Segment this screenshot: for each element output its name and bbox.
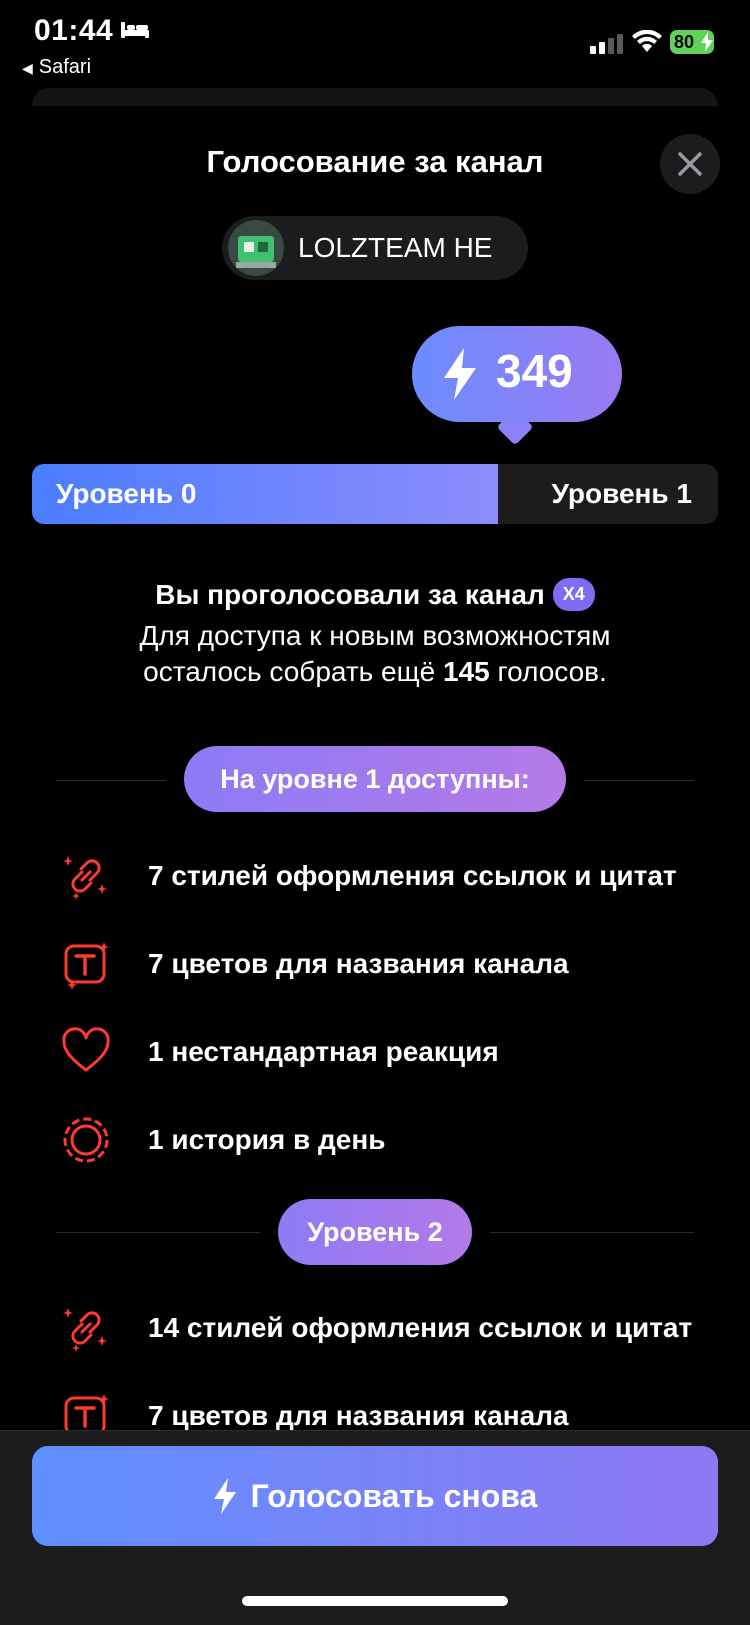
vote-again-button[interactable]: Голосовать снова xyxy=(32,1446,718,1546)
section-divider xyxy=(56,780,166,781)
back-app-label: Safari xyxy=(38,56,92,78)
section-title-level-1: На уровне 1 доступны: xyxy=(184,746,566,812)
channel-chip[interactable]: LOLZTEAM HE xyxy=(222,216,528,280)
channel-name: LOLZTEAM HE xyxy=(298,232,493,263)
boost-bolt-icon xyxy=(444,348,476,400)
home-indicator[interactable] xyxy=(242,1596,508,1606)
info-remaining-prefix: осталось собрать ещё xyxy=(143,656,444,687)
section-divider xyxy=(490,1232,694,1233)
level-progress-bar: Уровень 0 Уровень 1 xyxy=(32,464,718,524)
sleep-mode-icon xyxy=(121,22,149,38)
feature-label: 7 стилей оформления ссылок и цитат xyxy=(148,860,677,891)
feature-item: 7 стилей оформления ссылок и цитат xyxy=(0,846,750,906)
feature-label: 1 нестандартная реакция xyxy=(148,1036,499,1067)
feature-item: 1 нестандартная реакция xyxy=(0,1022,750,1082)
story-circle-icon xyxy=(63,1117,109,1163)
info-remaining-count: 145 xyxy=(443,656,490,687)
info-line-2: Для доступа к новым возможностям xyxy=(139,620,611,651)
back-arrow-icon: ◀ xyxy=(22,60,33,76)
link-sparkle-icon xyxy=(63,856,107,900)
cellular-signal-icon xyxy=(590,34,623,54)
level-next-label: Уровень 1 xyxy=(551,478,692,509)
channel-avatar-image xyxy=(228,220,284,276)
channel-avatar xyxy=(228,220,284,276)
section-divider xyxy=(56,1232,260,1233)
close-button[interactable] xyxy=(660,134,720,194)
feature-item: 7 цветов для названия канала xyxy=(0,934,750,994)
link-sparkle-icon xyxy=(63,1308,107,1352)
sheet-top-edge xyxy=(32,88,718,106)
bolt-icon xyxy=(213,1478,236,1514)
voted-message: Вы проголосовали за канал X4 xyxy=(0,578,750,611)
section-title-level-2: Уровень 2 xyxy=(278,1199,472,1265)
page-title: Голосование за канал xyxy=(206,144,544,179)
feature-label: 1 история в день xyxy=(148,1124,386,1155)
wifi-icon xyxy=(632,30,662,52)
status-bar: 01:44 ◀ Safari 80 xyxy=(0,0,750,90)
boost-multiplier-badge: X4 xyxy=(552,578,595,611)
close-icon xyxy=(678,152,702,176)
level-current-label: Уровень 0 xyxy=(56,478,197,509)
feature-label: 7 цветов для названия канала xyxy=(148,1400,569,1431)
info-line-3: осталось собрать ещё 145 голосов. xyxy=(0,656,750,688)
feature-label: 7 цветов для названия канала xyxy=(148,948,569,979)
heart-icon xyxy=(62,1027,110,1072)
charging-bolt-icon xyxy=(701,32,713,52)
section-divider xyxy=(584,780,694,781)
feature-item: 1 история в день xyxy=(0,1110,750,1170)
info-remaining-suffix: голосов. xyxy=(489,656,607,687)
back-to-safari-link[interactable]: ◀ Safari xyxy=(22,56,91,79)
feature-label: 14 стилей оформления ссылок и цитат xyxy=(148,1312,693,1343)
voted-text: Вы проголосовали за канал xyxy=(155,579,545,610)
vote-count: 349 xyxy=(496,345,573,397)
status-time: 01:44 xyxy=(34,14,114,47)
vote-again-label: Голосовать снова xyxy=(250,1477,538,1514)
text-color-icon xyxy=(64,942,109,990)
feature-item: 14 стилей оформления ссылок и цитат xyxy=(0,1298,750,1358)
